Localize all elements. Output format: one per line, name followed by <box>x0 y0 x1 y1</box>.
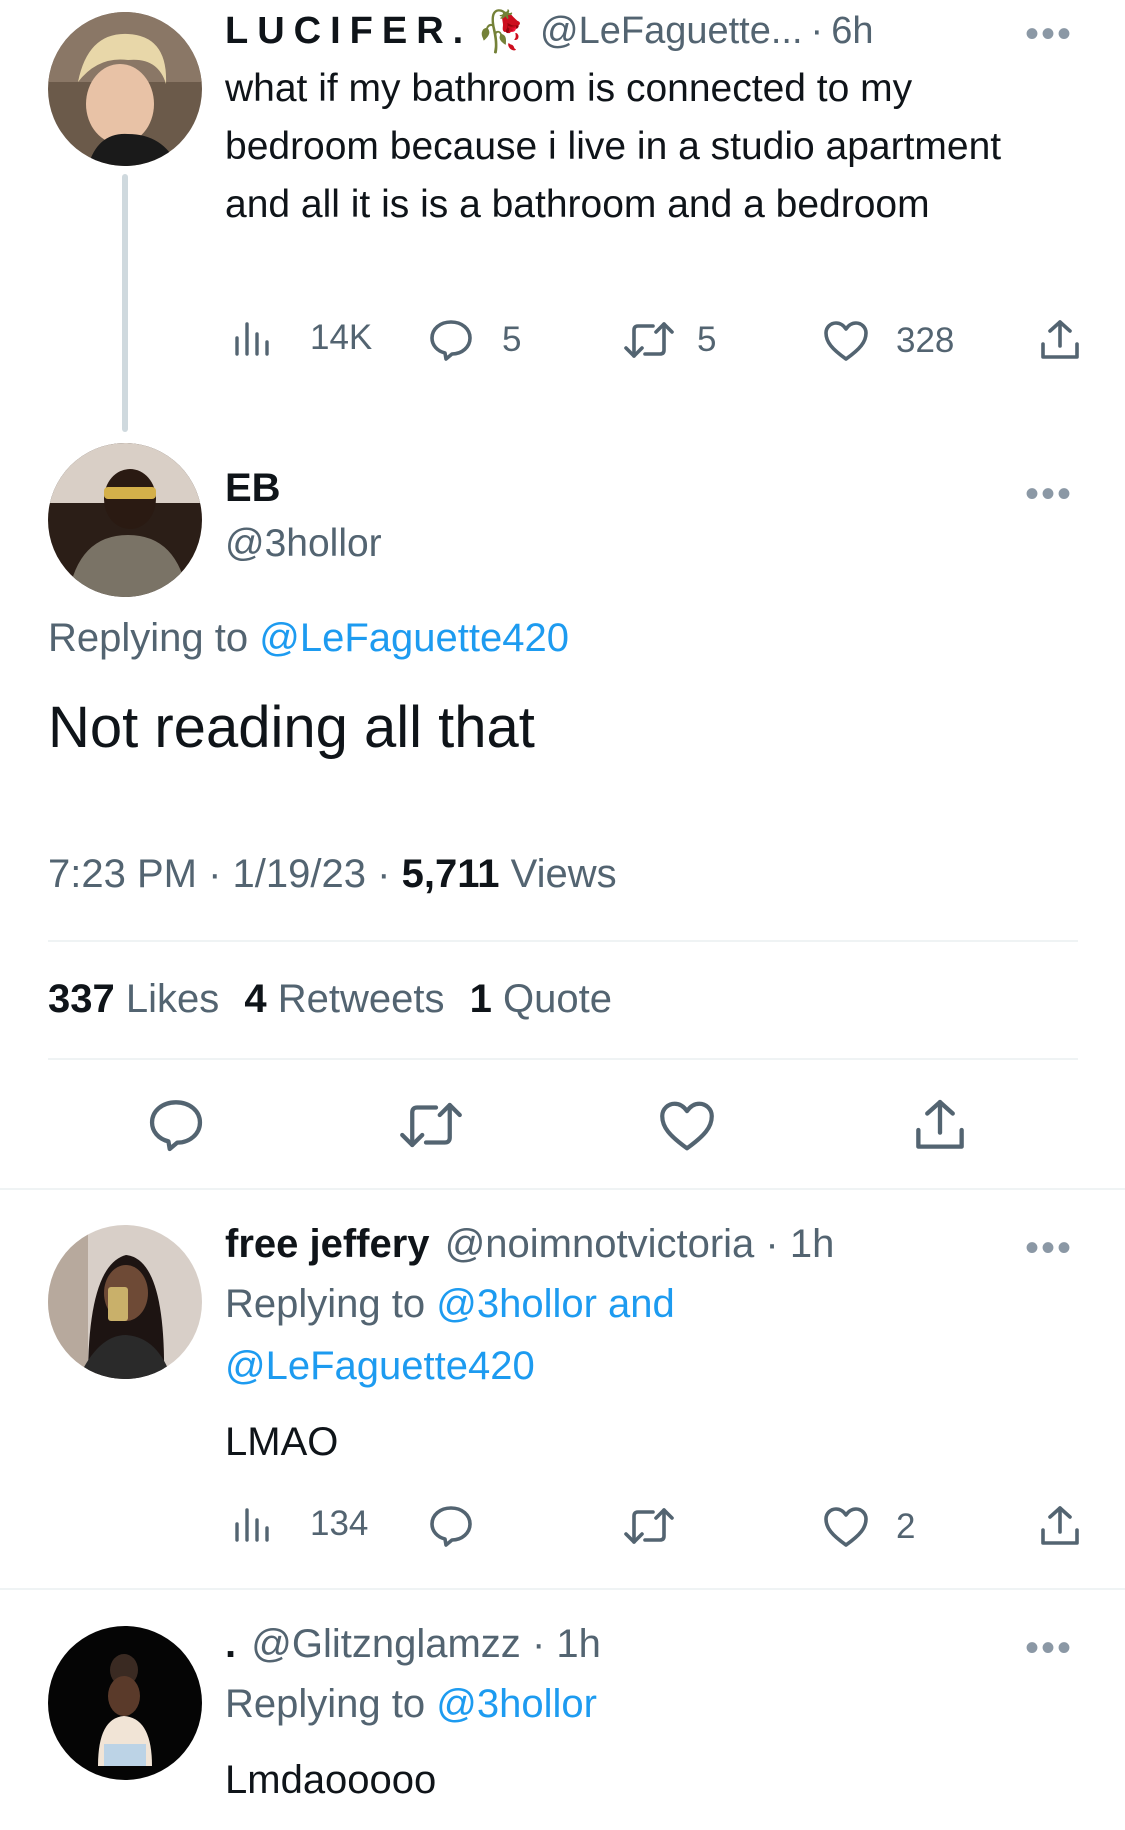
reply1-time[interactable]: 1h <box>790 1222 835 1266</box>
thread-line <box>122 174 128 432</box>
engagement-stats: 337 Likes 4 Retweets 1 Quote <box>48 977 612 1022</box>
share-icon <box>1041 320 1079 359</box>
reply1-reply-button[interactable] <box>428 1504 474 1548</box>
reply2-time[interactable]: 1h <box>556 1622 601 1666</box>
divider <box>0 1188 1125 1190</box>
reply1-header: free jeffery @noimnotvictoria · 1h <box>225 1222 835 1266</box>
reply-button[interactable]: 5 <box>428 318 521 362</box>
reply-icon <box>430 1506 472 1547</box>
share-icon <box>1041 1506 1079 1545</box>
mention-lefaguette420[interactable]: @LeFaguette420 <box>225 1344 535 1389</box>
more-icon[interactable]: ••• <box>1025 474 1073 514</box>
divider <box>48 1058 1078 1060</box>
like-icon <box>660 1101 714 1151</box>
like-icon <box>824 1507 868 1547</box>
reply1-retweet-button[interactable] <box>623 1506 675 1546</box>
like-button[interactable]: 328 <box>822 320 954 362</box>
reply1-views-button[interactable]: 134 <box>232 1504 368 1544</box>
main-retweet-button[interactable] <box>398 1100 464 1150</box>
like-count: 2 <box>896 1507 916 1546</box>
main-tweet-meta: 7:23 PM · 1/19/23 · 5,711 Views <box>48 852 617 896</box>
retweet-count: 5 <box>697 320 717 359</box>
share-button[interactable] <box>1038 318 1082 362</box>
reply1-like-button[interactable]: 2 <box>822 1506 915 1548</box>
mention-3hollor[interactable]: @3hollor <box>436 1682 597 1726</box>
more-icon[interactable]: ••• <box>1025 14 1073 54</box>
like-icon <box>824 321 868 361</box>
more-icon[interactable]: ••• <box>1025 1628 1073 1668</box>
views-count: 14K <box>310 318 373 357</box>
main-views-count: 5,711 <box>401 852 500 896</box>
reply1-replying-line-1: Replying to @3hollor and <box>225 1282 675 1326</box>
retweet-button[interactable]: 5 <box>623 320 716 360</box>
avatar-lucifer[interactable] <box>48 12 202 166</box>
reply1-text: LMAO <box>225 1420 339 1464</box>
reply-icon <box>430 320 472 361</box>
main-handle[interactable]: @3hollor <box>225 522 382 566</box>
main-tweet-time[interactable]: 7:23 PM <box>48 852 197 896</box>
reply1-handle[interactable]: @noimnotvictoria <box>445 1222 755 1266</box>
mention-3hollor[interactable]: @3hollor and <box>436 1282 675 1326</box>
quotes-stat[interactable]: 1 Quote <box>470 977 612 1021</box>
avatar-free-jeffery[interactable] <box>48 1225 202 1379</box>
tweet1-display-name[interactable]: LUCIFER. <box>225 10 472 53</box>
main-tweet-date[interactable]: 1/19/23 <box>233 852 366 896</box>
divider <box>48 940 1078 942</box>
reply2-text: Lmdaooooo <box>225 1758 437 1802</box>
retweet-icon <box>624 322 674 358</box>
likes-stat[interactable]: 337 Likes <box>48 977 230 1021</box>
share-icon <box>916 1099 964 1149</box>
mention-lefaguette420[interactable]: @LeFaguette420 <box>259 616 569 660</box>
avatar-glitznglamzz[interactable] <box>48 1626 202 1780</box>
reply2-display-name[interactable]: . <box>225 1622 236 1666</box>
retweets-stat[interactable]: 4 Retweets <box>244 977 455 1021</box>
avatar-eb[interactable] <box>48 443 202 597</box>
reply1-share-button[interactable] <box>1038 1504 1082 1548</box>
views-count: 134 <box>310 1504 369 1543</box>
main-display-name[interactable]: EB <box>225 466 281 511</box>
reply-count: 5 <box>502 320 522 359</box>
like-count: 328 <box>896 321 955 360</box>
main-reply-button[interactable] <box>147 1097 205 1153</box>
reply2-replying-line: Replying to @3hollor <box>225 1682 597 1726</box>
divider <box>0 1588 1125 1590</box>
rose-emoji: 🥀 <box>476 9 527 54</box>
main-share-button[interactable] <box>912 1097 968 1153</box>
reply-icon <box>149 1100 203 1152</box>
more-icon[interactable]: ••• <box>1025 1228 1073 1268</box>
tweet1-time[interactable]: 6h <box>831 10 873 53</box>
main-replying-line: Replying to @LeFaguette420 <box>48 616 569 660</box>
views-icon <box>235 322 269 356</box>
reply1-display-name[interactable]: free jeffery <box>225 1222 430 1266</box>
views-button[interactable]: 14K <box>232 318 372 358</box>
reply2-header: . @Glitznglamzz · 1h <box>225 1622 601 1666</box>
main-tweet-text: Not reading all that <box>48 695 535 760</box>
reply2-handle[interactable]: @Glitznglamzz <box>251 1622 521 1666</box>
main-views-label: Views <box>510 852 617 896</box>
retweet-icon <box>400 1102 462 1148</box>
tweet1-header: LUCIFER. 🥀 @LeFaguette... · 6h <box>225 9 874 54</box>
retweet-icon <box>624 1508 674 1544</box>
tweet1-handle[interactable]: @LeFaguette... <box>540 10 803 53</box>
tweet1-text: what if my bathroom is connected to my b… <box>225 67 1002 226</box>
main-like-button[interactable] <box>657 1100 717 1152</box>
views-icon <box>235 1508 269 1542</box>
